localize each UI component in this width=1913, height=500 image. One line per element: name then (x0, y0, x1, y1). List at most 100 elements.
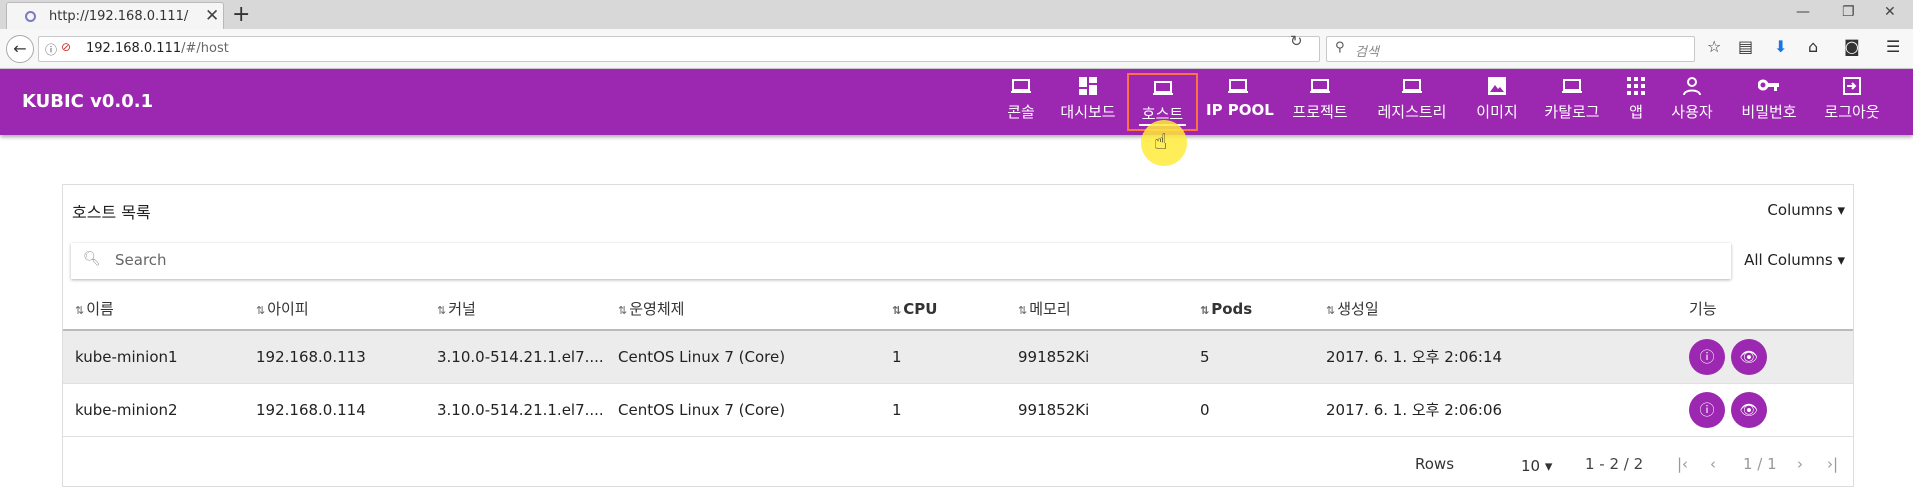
browser-search-bar[interactable]: ⚲ 검색 (1326, 36, 1695, 62)
view-button[interactable]: 👁︎ (1731, 391, 1767, 428)
nav-ip-pool[interactable]: IP POOL (1206, 73, 1274, 131)
cell-memory: 991852Ki (1006, 383, 1188, 437)
sort-icon: ⇅ (618, 304, 628, 317)
app-header: KUBIC v0.0.1 콘솔 대시보드 호스트 IP POOL 프로젝트 레지… (0, 69, 1913, 135)
nav-console[interactable]: 콘솔 (1000, 73, 1042, 131)
sort-icon: ⇅ (256, 304, 266, 317)
cell-kernel: 3.10.0-514.21.1.el7.... (425, 383, 606, 437)
nav-password[interactable]: 비밀번호 (1734, 73, 1804, 131)
laptop-icon (1206, 77, 1270, 99)
sort-icon: ⇅ (1326, 304, 1336, 317)
home-icon[interactable]: ⌂ (1808, 37, 1818, 56)
hand-cursor-icon: ☝ (1154, 130, 1168, 155)
close-tab-icon[interactable]: ✕ (205, 6, 219, 26)
cell-name: kube-minion1 (63, 330, 244, 384)
info-icon: ⓘ (1699, 400, 1715, 419)
person-icon (1664, 77, 1720, 99)
info-button[interactable]: ⓘ (1689, 391, 1725, 428)
host-list-card: 호스트 목록 Columns ▾ 🔍︎ All Columns ▾ ⇅이름 ⇅아… (62, 184, 1854, 487)
sort-icon: ⇅ (1200, 303, 1210, 317)
cell-pods: 5 (1188, 330, 1314, 384)
nav-apps[interactable]: 앱 (1622, 73, 1650, 131)
apps-grid-icon (1622, 77, 1650, 99)
logout-icon (1818, 77, 1886, 99)
address-bar[interactable]: ⓘ ⊘ 192.168.0.111/#/host (38, 36, 1320, 62)
next-page-icon[interactable]: › (1797, 455, 1803, 473)
cell-actions: ⓘ 👁︎ (1677, 383, 1853, 437)
key-icon (1734, 77, 1804, 99)
table-header-row: ⇅ 이름 ⇅ 아이피 ⇅ 커널 ⇅ 운영체제 ⇅ CPU ⇅ 메모리 ⇅ Pods ⇅ 생성일 … (63, 288, 1853, 331)
nav-image[interactable]: 이미지 (1470, 73, 1524, 131)
eye-icon: 👁︎ (1739, 400, 1759, 419)
sort-icon: ⇅ (1018, 304, 1028, 317)
favicon-icon (25, 11, 36, 22)
info-icon[interactable]: ⓘ (45, 41, 57, 58)
host-table: ⇅ 이름 ⇅ 아이피 ⇅ 커널 ⇅ 운영체제 ⇅ CPU ⇅ 메모리 ⇅ Pods ⇅ 생성일 … (63, 288, 1853, 437)
browser-tab[interactable]: http://192.168.0.111/ ✕ (6, 2, 224, 29)
caret-down-icon: ▾ (1837, 251, 1845, 269)
download-icon[interactable]: ⬇ (1774, 37, 1787, 56)
columns-dropdown-button[interactable]: Columns ▾ (1767, 201, 1845, 219)
info-button[interactable]: ⓘ (1689, 338, 1725, 375)
app-brand: KUBIC v0.0.1 (22, 91, 154, 112)
cell-cpu: 1 (880, 330, 1006, 384)
nav-registry[interactable]: 레지스트리 (1370, 73, 1454, 131)
restore-icon[interactable]: ❐ (1842, 4, 1855, 20)
search-icon: 🔍︎ (83, 251, 101, 267)
header-pods[interactable]: ⇅ Pods (1188, 288, 1314, 331)
all-columns-dropdown-button[interactable]: All Columns ▾ (1744, 251, 1845, 269)
browser-navbar: ← ⓘ ⊘ 192.168.0.111/#/host ↻ ⚲ 검색 (0, 29, 1913, 69)
cell-ip: 192.168.0.114 (244, 383, 425, 437)
caret-down-icon: ▾ (1837, 201, 1845, 219)
prev-page-icon[interactable]: ‹ (1710, 455, 1716, 473)
last-page-icon[interactable]: ›| (1827, 455, 1838, 473)
url-text: 192.168.0.111/#/host (86, 41, 229, 56)
cell-name: kube-minion2 (63, 383, 244, 437)
pocket-icon[interactable]: ◙ (1844, 37, 1860, 56)
header-cpu[interactable]: ⇅ CPU (880, 288, 1006, 331)
header-memory[interactable]: ⇅ 메모리 (1006, 288, 1188, 331)
eye-icon: 👁︎ (1739, 347, 1759, 366)
tab-title: http://192.168.0.111/ (49, 9, 189, 24)
cell-created: 2017. 6. 1. 오후 2:06:06 (1314, 383, 1677, 437)
minimize-icon[interactable]: — (1796, 4, 1810, 20)
bookmark-star-icon[interactable]: ☆ (1707, 37, 1721, 56)
nav-catalog[interactable]: 카탈로그 (1538, 73, 1606, 131)
laptop-icon (1538, 77, 1606, 99)
table-row[interactable]: kube-minion1 192.168.0.113 3.10.0-514.21… (63, 330, 1853, 384)
window-close-icon[interactable]: ✕ (1884, 4, 1896, 20)
rows-per-page-select[interactable]: 10 ▾ (1521, 457, 1552, 475)
header-ip[interactable]: ⇅ 아이피 (244, 288, 425, 331)
view-button[interactable]: 👁︎ (1731, 338, 1767, 375)
nav-logout[interactable]: 로그아웃 (1818, 73, 1886, 131)
nav-project[interactable]: 프로젝트 (1286, 73, 1354, 131)
info-icon: ⓘ (1699, 347, 1715, 366)
table-row[interactable]: kube-minion2 192.168.0.114 3.10.0-514.21… (63, 383, 1853, 437)
table-search-input[interactable] (115, 251, 1615, 269)
caret-down-icon: ▾ (1544, 457, 1553, 475)
nav-users[interactable]: 사용자 (1664, 73, 1720, 131)
laptop-icon (1286, 77, 1354, 99)
table-search-box: 🔍︎ (71, 243, 1731, 279)
nav-dashboard[interactable]: 대시보드 (1054, 73, 1122, 131)
cell-ip: 192.168.0.113 (244, 330, 425, 384)
menu-icon[interactable]: ☰ (1886, 37, 1900, 56)
first-page-icon[interactable]: |‹ (1677, 455, 1688, 473)
header-actions: 기능 (1677, 288, 1853, 331)
page-range: 1 - 2 / 2 (1585, 455, 1644, 473)
header-os[interactable]: ⇅ 운영체제 (606, 288, 880, 331)
page-indicator: 1 / 1 (1743, 455, 1777, 473)
laptop-icon (1129, 79, 1196, 101)
header-created[interactable]: ⇅ 생성일 (1314, 288, 1677, 331)
reload-icon[interactable]: ↻ (1290, 32, 1303, 50)
cell-pods: 0 (1188, 383, 1314, 437)
reading-list-icon[interactable]: ▤ (1738, 37, 1753, 56)
image-icon (1470, 77, 1524, 99)
header-kernel[interactable]: ⇅ 커널 (425, 288, 606, 331)
header-name[interactable]: ⇅ 이름 (63, 288, 244, 331)
cell-created: 2017. 6. 1. 오후 2:06:14 (1314, 330, 1677, 384)
search-icon: ⚲ (1335, 40, 1345, 55)
back-button[interactable]: ← (6, 35, 34, 63)
cell-cpu: 1 (880, 383, 1006, 437)
new-tab-button[interactable]: + (232, 2, 250, 27)
